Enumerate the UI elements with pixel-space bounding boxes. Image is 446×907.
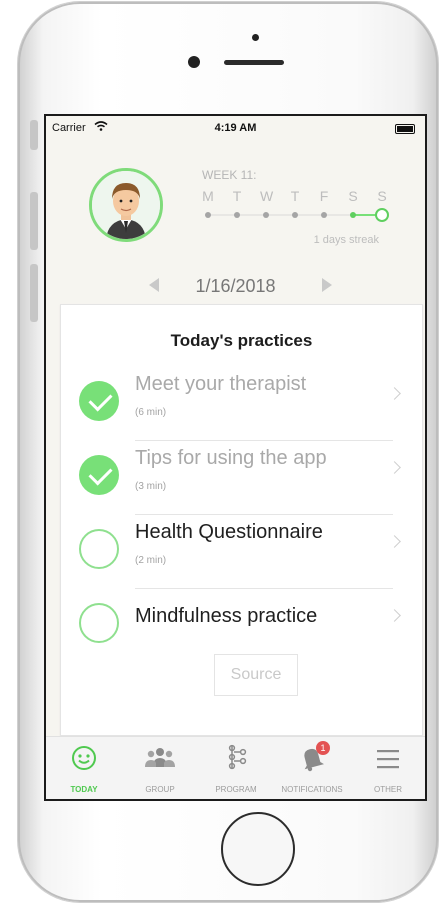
practice-item[interactable]: Health Questionnaire (2 min) [79, 515, 419, 589]
next-day-arrow-icon[interactable] [322, 278, 332, 292]
completed-check-icon [79, 381, 119, 421]
smiley-icon [72, 746, 96, 770]
tab-program[interactable]: PROGRAM [198, 737, 274, 799]
weekday-row: M T W T F S S [202, 188, 392, 208]
volume-up-button [30, 192, 38, 250]
tab-group[interactable]: GROUP [122, 737, 198, 799]
tab-bar: TODAY GROUP PROGRAM 1 NOTIFICATIONS OTHE… [46, 736, 425, 799]
day-dot [321, 212, 327, 218]
practice-duration: (3 min) [135, 481, 167, 492]
day-dot-today [375, 208, 389, 222]
day-dot [263, 212, 269, 218]
day-dot [205, 212, 211, 218]
week-label: WEEK 11: [202, 168, 257, 182]
practice-duration: (2 min) [135, 555, 167, 566]
day-dot [234, 212, 240, 218]
weekday-label: S [348, 188, 358, 204]
practice-item[interactable]: Meet your therapist (6 min) [79, 367, 419, 441]
day-dot-completed [350, 212, 356, 218]
practices-card: Today's practices Meet your therapist (6… [60, 304, 423, 736]
chevron-right-icon [388, 535, 401, 548]
weekday-label: M [202, 188, 214, 204]
practice-item[interactable]: Mindfulness practice [79, 589, 419, 663]
avatar-portrait-icon [92, 171, 160, 239]
practice-item[interactable]: Tips for using the app (3 min) [79, 441, 419, 515]
tab-label: OTHER [374, 785, 402, 794]
completed-check-icon [79, 455, 119, 495]
practice-title: Meet your therapist [135, 373, 307, 395]
group-icon [145, 748, 175, 767]
tab-notifications[interactable]: 1 NOTIFICATIONS [274, 737, 350, 799]
avatar[interactable] [89, 168, 163, 242]
streak-text: 1 days streak [313, 234, 379, 246]
status-time: 4:19 AM [214, 122, 257, 134]
volume-down-button [30, 264, 38, 322]
home-button[interactable] [221, 812, 295, 886]
tab-label: PROGRAM [215, 785, 257, 794]
notification-badge: 1 [316, 741, 330, 755]
battery-icon [395, 124, 415, 134]
source-button[interactable]: Source [214, 654, 298, 696]
chevron-right-icon [388, 461, 401, 474]
current-date: 1/16/2018 [195, 276, 276, 296]
menu-icon [377, 750, 399, 769]
streak-track [202, 208, 392, 224]
front-camera [188, 56, 200, 68]
practices-title: Today's practices [170, 331, 313, 350]
weekday-label: W [260, 188, 274, 204]
tab-label: NOTIFICATIONS [281, 785, 343, 794]
earpiece-speaker [224, 60, 284, 65]
tab-label: GROUP [145, 785, 175, 794]
practice-duration: (6 min) [135, 407, 167, 418]
weekday-label: T [232, 188, 242, 204]
pending-circle-icon [79, 603, 119, 643]
tab-other[interactable]: OTHER [350, 737, 425, 799]
practice-title: Tips for using the app [135, 447, 327, 469]
practice-title: Mindfulness practice [135, 605, 318, 627]
day-dot [292, 212, 298, 218]
weekday-label: F [319, 188, 329, 204]
chevron-right-icon [388, 387, 401, 400]
app-screen: Carrier 4:19 AM WEEK 11: M T W T F S S 1… [44, 114, 427, 801]
tab-label: TODAY [70, 785, 98, 794]
program-icon [228, 744, 247, 770]
weekday-label: T [290, 188, 300, 204]
mute-switch [30, 120, 38, 150]
proximity-sensor [252, 34, 259, 41]
weekday-label: S [377, 188, 387, 204]
tab-today[interactable]: TODAY [46, 737, 122, 799]
chevron-right-icon [388, 609, 401, 622]
pending-circle-icon [79, 529, 119, 569]
status-bar: Carrier 4:19 AM [46, 116, 425, 140]
practice-title: Health Questionnaire [135, 521, 323, 543]
